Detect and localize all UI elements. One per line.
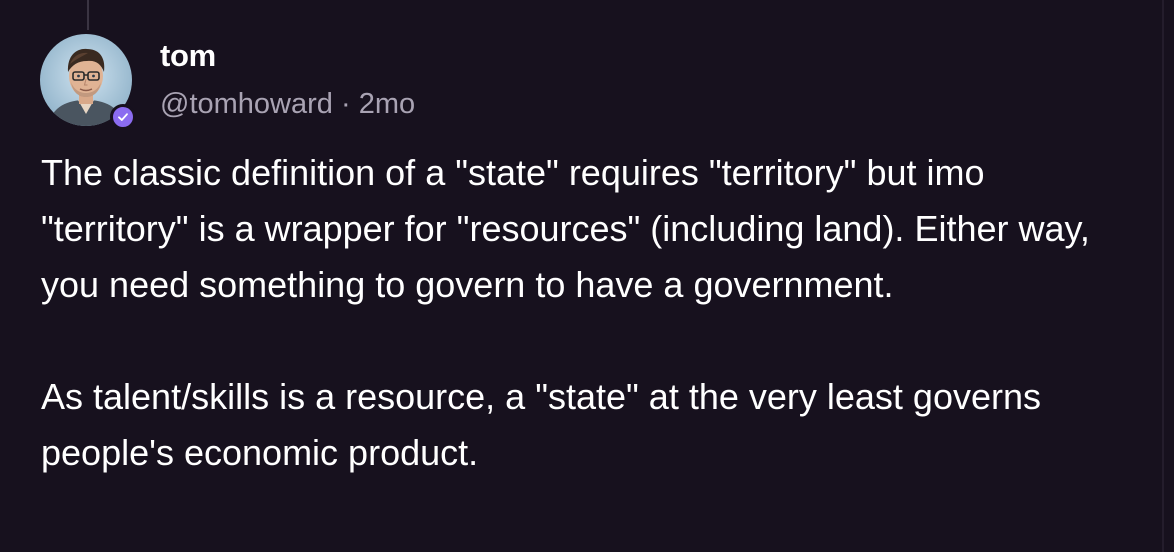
post-body: The classic definition of a "state" requ… bbox=[41, 145, 1141, 481]
author-handle[interactable]: @tomhoward bbox=[160, 88, 333, 120]
post-timestamp[interactable]: 2mo bbox=[359, 88, 415, 120]
post-meta: @tomhoward · 2mo bbox=[160, 84, 415, 124]
verified-badge bbox=[110, 104, 136, 130]
author-display-name[interactable]: tom bbox=[160, 36, 216, 76]
scrollbar-track[interactable] bbox=[1162, 0, 1164, 552]
post-paragraph: The classic definition of a "state" requ… bbox=[41, 152, 1090, 305]
post-paragraph: As talent/skills is a resource, a "state… bbox=[41, 376, 1042, 473]
meta-separator: · bbox=[332, 88, 359, 120]
checkmark-icon bbox=[118, 113, 128, 121]
author-avatar[interactable] bbox=[40, 34, 136, 130]
thread-connector-line bbox=[87, 0, 89, 30]
